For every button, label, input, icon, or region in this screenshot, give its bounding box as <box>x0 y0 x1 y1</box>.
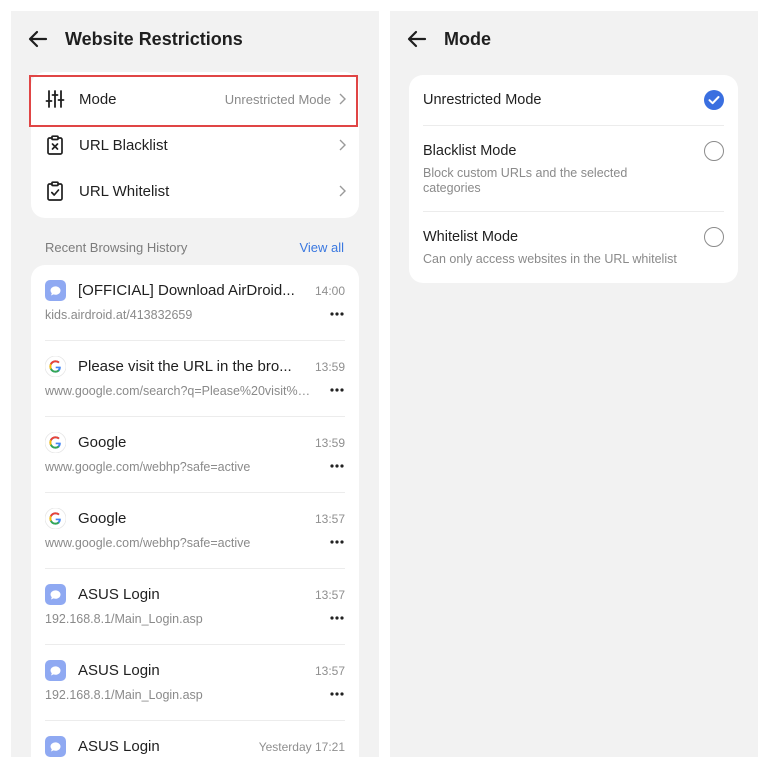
history-title: Google <box>78 510 127 527</box>
url-blacklist-row[interactable]: URL Blacklist <box>31 122 359 168</box>
chevron-right-icon <box>339 93 346 105</box>
history-time: 14:00 <box>314 284 345 298</box>
mode-option-whitelist[interactable]: Whitelist Mode Can only access websites … <box>409 212 738 283</box>
header: Website Restrictions <box>11 11 379 66</box>
history-item[interactable]: ASUS Login Yesterday 17:21 <box>31 721 359 757</box>
url-blacklist-label: URL Blacklist <box>79 136 168 154</box>
history-url: www.google.com/webhp?safe=active <box>45 536 251 550</box>
history-item[interactable]: Please visit the URL in the bro... 13:59… <box>31 341 359 417</box>
mode-option-description: Block custom URLs and the selected categ… <box>423 166 628 195</box>
more-icon[interactable] <box>329 311 345 317</box>
history-time: 13:57 <box>314 512 345 526</box>
page-title: Website Restrictions <box>65 29 243 49</box>
history-url: 192.168.8.1/Main_Login.asp <box>45 688 203 702</box>
more-icon[interactable] <box>329 463 345 469</box>
mode-option-title: Blacklist Mode <box>423 143 517 159</box>
google-icon <box>45 356 66 377</box>
history-time: 13:57 <box>314 588 345 602</box>
history-item[interactable]: ASUS Login 13:57 192.168.8.1/Main_Login.… <box>31 569 359 645</box>
mode-option-unrestricted[interactable]: Unrestricted Mode <box>409 75 738 125</box>
history-title: ASUS Login <box>78 662 160 679</box>
more-icon[interactable] <box>329 691 345 697</box>
history-url: www.google.com/webhp?safe=active <box>45 460 251 474</box>
history-time: 13:57 <box>314 664 345 678</box>
more-icon[interactable] <box>329 615 345 621</box>
settings-card: Mode Unrestricted Mode URL Blacklist URL… <box>29 72 359 218</box>
back-arrow-icon[interactable] <box>27 28 49 50</box>
history-title: [OFFICIAL] Download AirDroid... <box>78 282 295 299</box>
history-item[interactable]: [OFFICIAL] Download AirDroid... 14:00 ki… <box>31 265 359 341</box>
airdroid-icon <box>45 280 66 301</box>
view-all-link[interactable]: View all <box>299 240 344 255</box>
mode-label: Mode <box>79 90 117 108</box>
mode-options-card: Unrestricted Mode Blacklist Mode Block c… <box>409 75 738 283</box>
mode-value: Unrestricted Mode <box>224 91 331 107</box>
airdroid-icon <box>45 584 66 605</box>
chevron-right-icon <box>339 185 346 197</box>
radio-unchecked[interactable] <box>704 141 724 161</box>
mode-row[interactable]: Mode Unrestricted Mode <box>29 75 359 127</box>
history-url: 192.168.8.1/Main_Login.asp <box>45 612 203 626</box>
history-title: Google <box>78 434 127 451</box>
check-icon <box>708 96 720 105</box>
history-time: 13:59 <box>314 436 345 450</box>
history-list: [OFFICIAL] Download AirDroid... 14:00 ki… <box>31 265 359 757</box>
radio-checked[interactable] <box>704 90 724 110</box>
history-heading: Recent Browsing History <box>45 240 188 255</box>
clipboard-x-icon <box>47 135 63 155</box>
history-item[interactable]: Google 13:57 www.google.com/webhp?safe=a… <box>31 493 359 569</box>
google-icon <box>45 432 66 453</box>
airdroid-icon <box>45 736 66 757</box>
more-icon[interactable] <box>329 539 345 545</box>
mode-option-title: Whitelist Mode <box>423 229 519 245</box>
url-whitelist-label: URL Whitelist <box>79 182 170 200</box>
history-title: Please visit the URL in the bro... <box>78 358 292 375</box>
history-time: 13:59 <box>314 360 345 374</box>
radio-unchecked[interactable] <box>704 227 724 247</box>
header: Mode <box>390 11 758 66</box>
history-item[interactable]: ASUS Login 13:57 192.168.8.1/Main_Login.… <box>31 645 359 721</box>
sliders-icon <box>45 90 65 108</box>
more-icon[interactable] <box>329 387 345 393</box>
history-title: ASUS Login <box>78 586 160 603</box>
history-url: www.google.com/search?q=Please%20visit%2… <box>45 384 313 398</box>
page-title: Mode <box>444 29 491 49</box>
back-arrow-icon[interactable] <box>406 28 428 50</box>
mode-option-blacklist[interactable]: Blacklist Mode Block custom URLs and the… <box>409 126 738 211</box>
mode-option-title: Unrestricted Mode <box>423 92 542 108</box>
website-restrictions-screen: Website Restrictions Mode Unrestricted M… <box>11 11 379 757</box>
history-time: Yesterday 17:21 <box>258 740 345 754</box>
history-item[interactable]: Google 13:59 www.google.com/webhp?safe=a… <box>31 417 359 493</box>
clipboard-check-icon <box>47 181 63 201</box>
mode-screen: Mode Unrestricted Mode Blacklist Mode Bl… <box>390 11 758 757</box>
mode-option-description: Can only access websites in the URL whit… <box>423 252 677 266</box>
google-icon <box>45 508 66 529</box>
history-url: kids.airdroid.at/413832659 <box>45 308 193 322</box>
airdroid-icon <box>45 660 66 681</box>
chevron-right-icon <box>339 139 346 151</box>
url-whitelist-row[interactable]: URL Whitelist <box>31 168 359 214</box>
